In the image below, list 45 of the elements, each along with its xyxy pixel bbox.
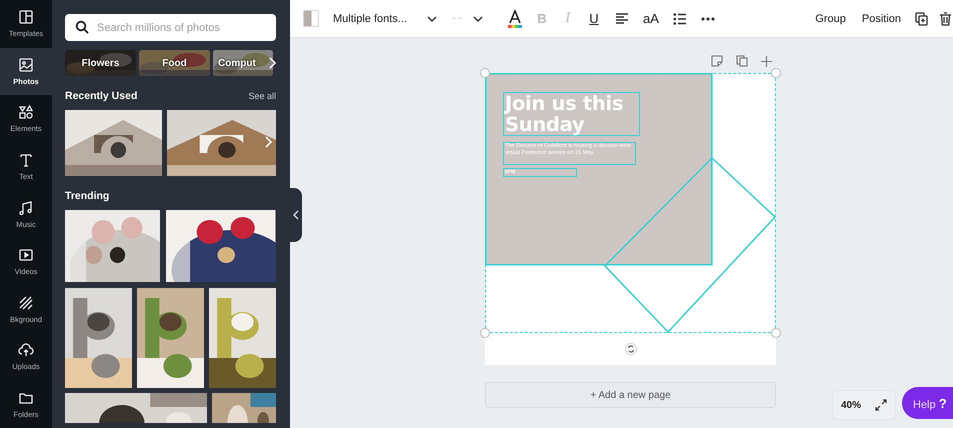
trash-icon[interactable] — [940, 12, 951, 26]
zoom-control[interactable]: 40% — [832, 390, 896, 420]
section-title: Trending — [65, 190, 110, 202]
resize-handle[interactable] — [480, 328, 490, 338]
chevron-down-icon[interactable] — [473, 16, 483, 22]
background-icon — [18, 294, 34, 311]
color-swatch[interactable] — [303, 10, 319, 27]
see-all-link[interactable]: See all — [248, 91, 276, 101]
resize-handle[interactable] — [771, 328, 781, 338]
font-dropdown[interactable]: Multiple fonts... — [333, 12, 421, 24]
text-color-icon[interactable] — [507, 10, 523, 28]
search-icon — [75, 20, 89, 34]
elements-icon — [18, 104, 34, 120]
more-icon[interactable] — [700, 16, 715, 20]
add-page-button[interactable]: + Add a new page — [485, 382, 776, 408]
letter-case-button[interactable]: aA — [643, 11, 659, 26]
music-icon — [18, 200, 34, 216]
duplicate-icon[interactable] — [915, 12, 928, 26]
photos-icon — [18, 56, 34, 73]
text-icon — [18, 152, 34, 168]
group-button[interactable]: Group — [815, 12, 846, 24]
uploads-icon — [18, 342, 34, 358]
help-button[interactable]: Help ? — [902, 387, 953, 419]
videos-icon — [18, 247, 34, 264]
collapse-handle[interactable] — [290, 188, 302, 242]
category-chip[interactable]: Food — [139, 50, 210, 76]
resize-handle[interactable] — [771, 68, 781, 78]
list-icon[interactable] — [672, 12, 687, 24]
chevron-left-icon — [293, 210, 299, 220]
zoom-level[interactable]: 40% — [840, 400, 861, 410]
section-title: Recently Used — [65, 90, 138, 102]
category-chip[interactable]: Flowers — [65, 50, 136, 76]
plus-icon[interactable] — [761, 56, 772, 66]
templates-icon — [18, 9, 34, 26]
chevron-right-icon[interactable] — [268, 57, 276, 69]
align-left-icon[interactable] — [615, 12, 629, 24]
resize-handle[interactable] — [480, 68, 490, 78]
rotate-icon[interactable] — [624, 343, 636, 355]
position-button[interactable]: Position — [862, 12, 901, 24]
expand-icon[interactable] — [875, 399, 887, 411]
chevron-down-icon[interactable] — [427, 16, 437, 22]
underline-button[interactable]: U — [587, 11, 601, 26]
search-field[interactable]: Search millions of photos — [65, 14, 276, 41]
note-icon[interactable] — [711, 55, 723, 67]
category-chip[interactable]: Comput — [213, 50, 273, 76]
